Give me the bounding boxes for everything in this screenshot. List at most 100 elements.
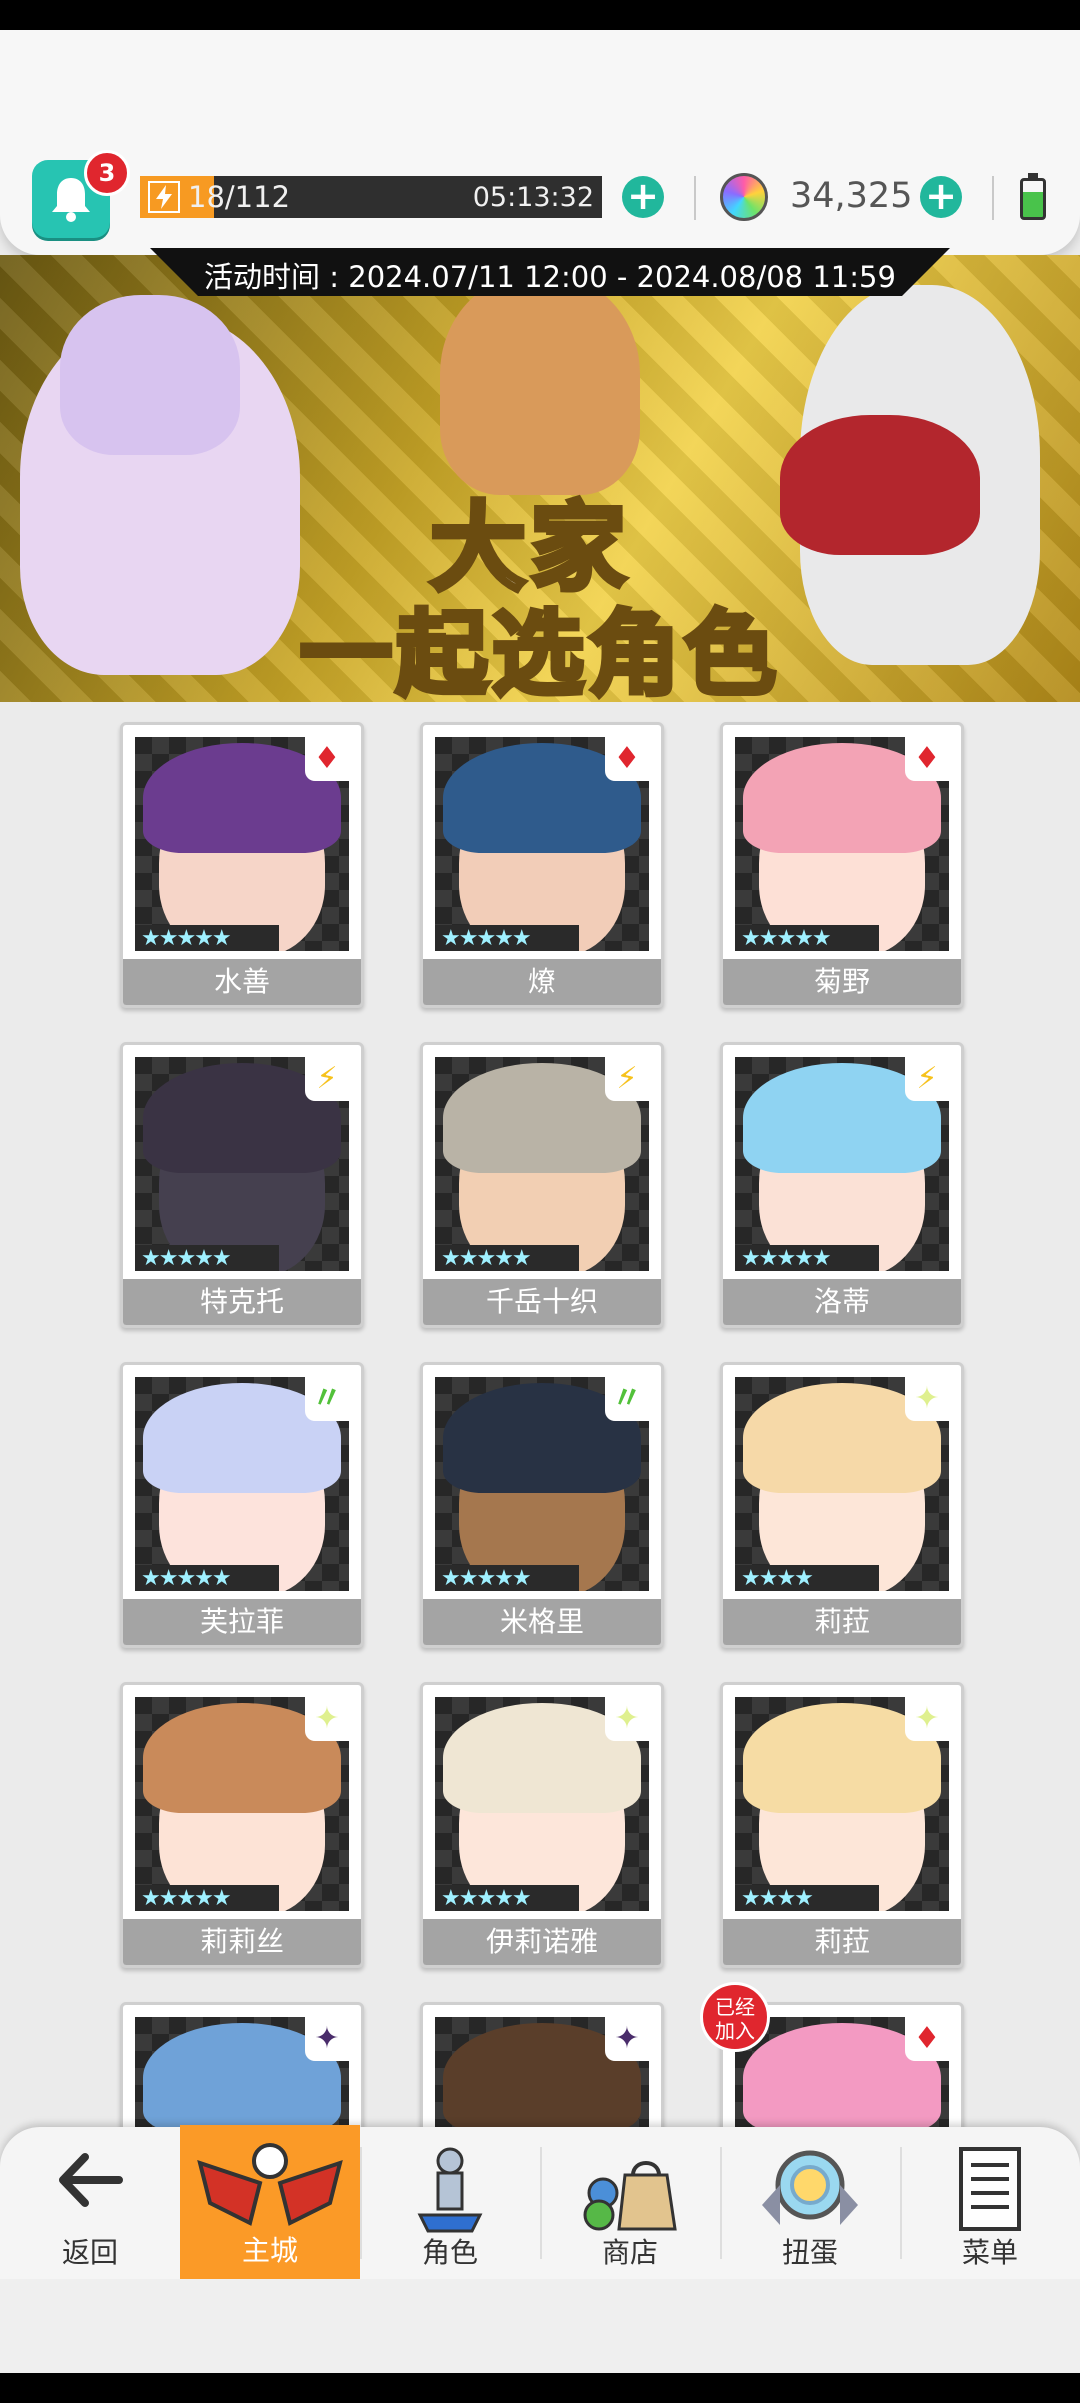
character-portrait: ✦ ★★★★★ xyxy=(435,1697,649,1911)
character-card[interactable]: ✦ ★★★★ 莉菈 xyxy=(720,1362,964,1648)
menu-button[interactable]: 菜单 xyxy=(900,2127,1080,2279)
light-element-icon: ✦ xyxy=(905,1377,949,1421)
system-navigation-bar xyxy=(0,2373,1080,2403)
character-name: 洛蒂 xyxy=(723,1279,961,1325)
dark-element-icon: ✦ xyxy=(305,2017,349,2061)
star-rating: ★★★★★ xyxy=(435,925,579,951)
character-portrait: 〃 ★★★★★ xyxy=(435,1377,649,1591)
nav-label: 角色 xyxy=(421,2236,478,2269)
notification-count-badge: 3 xyxy=(84,150,130,196)
light-element-icon: ✦ xyxy=(305,1697,349,1741)
gem-icon xyxy=(720,173,768,221)
light-element-icon: ✦ xyxy=(905,1697,949,1741)
gacha-button[interactable]: 扭蛋 xyxy=(720,2127,900,2279)
star-rating: ★★★★★ xyxy=(135,925,279,951)
thunder-element-icon: ⚡ xyxy=(605,1057,649,1101)
nav-label: 商店 xyxy=(601,2236,658,2269)
character-portrait: 〃 ★★★★★ xyxy=(135,1377,349,1591)
light-element-icon: ✦ xyxy=(605,1697,649,1741)
nav-label: 返回 xyxy=(61,2236,118,2269)
fire-element-icon: ♦ xyxy=(605,737,649,781)
add-stamina-button[interactable]: + xyxy=(622,176,664,218)
back-arrow-icon xyxy=(59,2153,123,2207)
shop-button[interactable]: 商店 xyxy=(540,2127,720,2279)
character-name: 千岳十织 xyxy=(423,1279,661,1325)
character-card[interactable]: ⚡ ★★★★★ 洛蒂 xyxy=(720,1042,964,1328)
character-cape-right xyxy=(780,415,980,555)
statue-icon xyxy=(417,2147,483,2233)
star-rating: ★★★★★ xyxy=(735,925,879,951)
joined-badge: 已经 加入 xyxy=(700,1982,770,2052)
system-status-bar xyxy=(0,0,1080,30)
character-portrait: ⚡ ★★★★★ xyxy=(135,1057,349,1271)
character-name: 米格里 xyxy=(423,1599,661,1645)
event-title-line2: 一起选角色 xyxy=(297,599,781,711)
menu-list-icon xyxy=(959,2147,1021,2231)
character-name: 燎 xyxy=(423,959,661,1005)
star-rating: ★★★★★ xyxy=(135,1885,279,1911)
city-wings-icon xyxy=(197,2143,343,2226)
thunder-element-icon: ⚡ xyxy=(305,1057,349,1101)
character-portrait: ♦ ★★★★★ xyxy=(135,737,349,951)
characters-button[interactable]: 角色 xyxy=(360,2127,540,2279)
character-name: 伊莉诺雅 xyxy=(423,1919,661,1965)
nav-label: 主城 xyxy=(241,2234,298,2267)
star-rating: ★★★★ xyxy=(735,1885,879,1911)
character-name: 芙拉菲 xyxy=(123,1599,361,1645)
character-card[interactable]: 〃 ★★★★★ 米格里 xyxy=(420,1362,664,1648)
home-button[interactable]: 主城 xyxy=(180,2125,360,2281)
character-card[interactable]: ⚡ ★★★★★ 千岳十织 xyxy=(420,1042,664,1328)
star-rating: ★★★★★ xyxy=(435,1245,579,1271)
stamina-timer: 05:13:32 xyxy=(472,182,594,213)
character-portrait: ⚡ ★★★★★ xyxy=(735,1057,949,1271)
battery-icon xyxy=(1020,178,1046,220)
character-portrait: ⚡ ★★★★★ xyxy=(435,1057,649,1271)
character-card[interactable]: ✦ ★★★★★ 莉莉丝 xyxy=(120,1682,364,1968)
character-card[interactable]: ✦ ★★★★★ 伊莉诺雅 xyxy=(420,1682,664,1968)
star-rating: ★★★★★ xyxy=(735,1245,879,1271)
character-portrait: ♦ ★★★★★ xyxy=(435,737,649,951)
character-name: 特克托 xyxy=(123,1279,361,1325)
character-art-center xyxy=(440,275,640,495)
shop-bag-icon xyxy=(583,2161,677,2231)
character-portrait: ♦ ★★★★★ xyxy=(735,737,949,951)
character-card[interactable]: ♦ ★★★★★ 燎 xyxy=(420,722,664,1008)
character-card[interactable]: ♦ ★★★★★ 菊野 xyxy=(720,722,964,1008)
bottom-navigation: 返回 主城 角色 商店 扭蛋 菜单 xyxy=(0,2125,1080,2281)
stamina-value: 18/112 xyxy=(188,180,291,214)
character-card[interactable]: 〃 ★★★★★ 芙拉菲 xyxy=(120,1362,364,1648)
gacha-machine-icon xyxy=(762,2150,858,2225)
gem-count: 34,325 xyxy=(790,176,913,216)
event-time-text: 活动时间 : 2024.07/11 12:00 - 2024.08/08 11:… xyxy=(204,260,896,294)
stamina-bar: 18/112 05:13:32 xyxy=(140,176,602,218)
character-name: 莉菈 xyxy=(723,1919,961,1965)
character-name: 莉菈 xyxy=(723,1599,961,1645)
nav-label: 扭蛋 xyxy=(781,2236,838,2269)
event-time-bar: 活动时间 : 2024.07/11 12:00 - 2024.08/08 11:… xyxy=(150,248,950,296)
character-portrait: ✦ ★★★★ xyxy=(735,1697,949,1911)
top-resource-bar xyxy=(0,30,1080,255)
character-name: 莉莉丝 xyxy=(123,1919,361,1965)
add-gems-button[interactable]: + xyxy=(920,176,962,218)
divider xyxy=(992,176,994,220)
character-name: 菊野 xyxy=(723,959,961,1005)
character-card[interactable]: ✦ ★★★★ 莉菈 xyxy=(720,1682,964,1968)
back-button[interactable]: 返回 xyxy=(0,2127,180,2279)
star-rating: ★★★★ xyxy=(735,1565,879,1591)
thunder-element-icon: ⚡ xyxy=(905,1057,949,1101)
lightning-icon xyxy=(148,181,180,213)
fire-element-icon: ♦ xyxy=(905,737,949,781)
character-hair-left xyxy=(60,295,240,455)
bottom-strip xyxy=(0,2279,1080,2373)
nav-label: 菜单 xyxy=(961,2236,1018,2269)
star-rating: ★★★★★ xyxy=(135,1565,279,1591)
star-rating: ★★★★★ xyxy=(435,1885,579,1911)
character-card[interactable]: ⚡ ★★★★★ 特克托 xyxy=(120,1042,364,1328)
fire-element-icon: ♦ xyxy=(905,2017,949,2061)
divider xyxy=(694,176,696,220)
star-rating: ★★★★★ xyxy=(435,1565,579,1591)
wind-element-icon: 〃 xyxy=(605,1377,649,1421)
character-card[interactable]: ♦ ★★★★★ 水善 xyxy=(120,722,364,1008)
wind-element-icon: 〃 xyxy=(305,1377,349,1421)
dark-element-icon: ✦ xyxy=(605,2017,649,2061)
